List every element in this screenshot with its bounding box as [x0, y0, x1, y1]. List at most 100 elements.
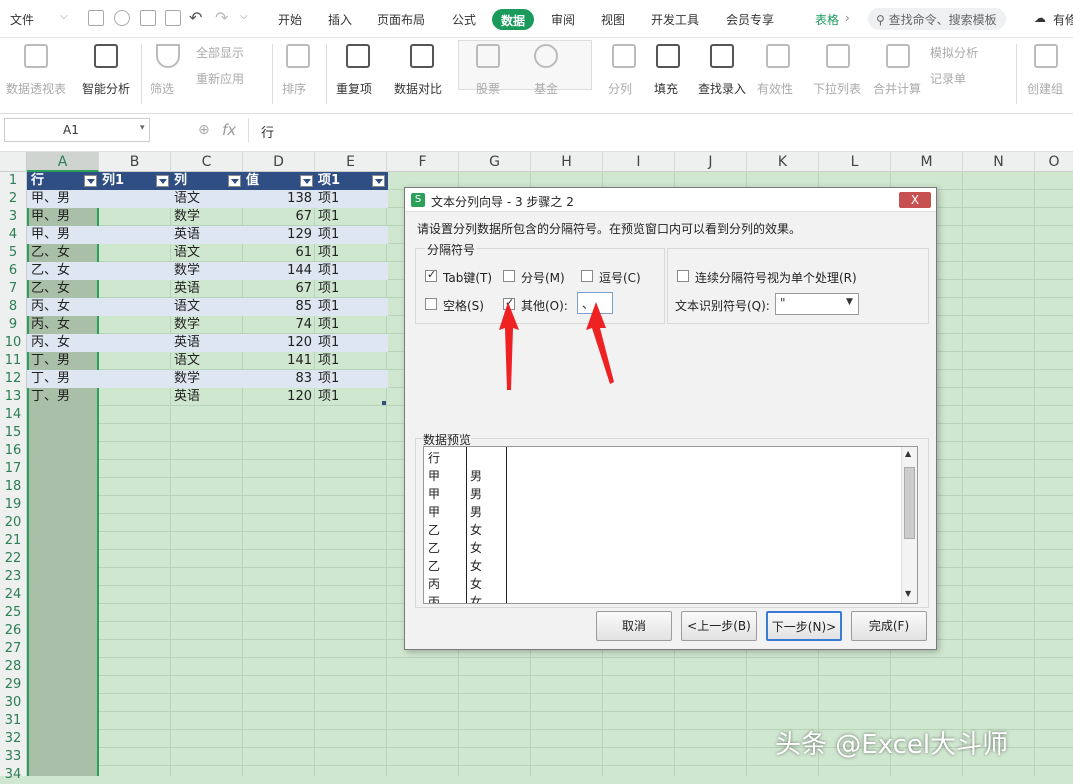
chevron-down-icon[interactable]: ⌵ [60, 11, 68, 22]
col-header-n[interactable]: N [963, 152, 1035, 172]
space-checkbox-label[interactable]: 空格(S) [443, 297, 484, 314]
table-cell[interactable]: 141 [246, 352, 312, 370]
qualifier-select[interactable]: " ▼ [775, 293, 859, 315]
scroll-down-icon[interactable]: ▼ [905, 589, 911, 598]
semicolon-checkbox-label[interactable]: 分号(M) [521, 269, 565, 286]
table-cell[interactable]: 数学 [174, 208, 200, 226]
table-cell[interactable]: 乙、女 [31, 262, 70, 280]
table-cell[interactable]: 数学 [174, 370, 200, 388]
tab-checkbox[interactable] [425, 268, 437, 282]
table-cell[interactable]: 数学 [174, 262, 200, 280]
table-cell[interactable]: 丙、女 [31, 316, 70, 334]
table-cell[interactable]: 数学 [174, 316, 200, 334]
scrollbar-thumb[interactable] [904, 467, 915, 539]
row-header[interactable]: 16 [0, 442, 26, 460]
data-preview[interactable]: 行甲男甲男甲男乙女乙女乙女丙女丙女 ▲ ▼ [423, 446, 918, 604]
tab-insert[interactable]: 插入 [328, 11, 352, 28]
row-header[interactable]: 1 [0, 172, 26, 190]
tab-page-layout[interactable]: 页面布局 [377, 11, 425, 28]
comma-checkbox[interactable] [581, 270, 593, 282]
row-header[interactable]: 34 [0, 766, 26, 784]
row-header[interactable]: 12 [0, 370, 26, 388]
row-header[interactable]: 8 [0, 298, 26, 316]
fill-button[interactable]: 填充 [654, 80, 678, 97]
row-header[interactable]: 21 [0, 532, 26, 550]
formula-input[interactable]: 行 [248, 118, 1073, 142]
row-header[interactable]: 26 [0, 622, 26, 640]
record-button[interactable]: 记录单 [930, 70, 966, 87]
row-header[interactable]: 30 [0, 694, 26, 712]
back-button[interactable]: <上一步(B) [681, 611, 757, 641]
row-header[interactable]: 31 [0, 712, 26, 730]
row-header[interactable]: 4 [0, 226, 26, 244]
tab-home[interactable]: 开始 [278, 11, 302, 28]
table-cell[interactable]: 120 [246, 334, 312, 352]
tab-table[interactable]: 表格 [815, 11, 839, 28]
dropdown-list-button[interactable]: 下拉列表 [813, 80, 861, 97]
table-row[interactable]: 丁、男 语文 141 项1 [27, 352, 388, 370]
table-cell[interactable]: 129 [246, 226, 312, 244]
tab-member[interactable]: 会员专享 [726, 11, 774, 28]
comma-checkbox-label[interactable]: 逗号(C) [599, 269, 641, 286]
row-header[interactable]: 10 [0, 334, 26, 352]
consolidate-button[interactable]: 合并计算 [873, 80, 921, 97]
table-cell[interactable]: 74 [246, 316, 312, 334]
table-resize-handle[interactable] [382, 401, 386, 405]
table-cell[interactable]: 项1 [318, 208, 339, 226]
lookup-button[interactable]: 查找录入 [698, 80, 746, 97]
col-header-f[interactable]: F [387, 152, 459, 172]
table-row[interactable]: 丁、男 英语 120 项1 [27, 388, 388, 406]
select-all-corner[interactable] [0, 152, 27, 172]
row-header[interactable]: 33 [0, 748, 26, 766]
table-cell[interactable]: 项1 [318, 298, 339, 316]
reapply-button[interactable]: 重新应用 [196, 70, 244, 87]
consecutive-checkbox-label[interactable]: 连续分隔符号视为单个处理(R) [695, 269, 857, 286]
table-cell[interactable]: 项1 [318, 388, 339, 406]
print-icon[interactable] [140, 10, 156, 26]
table-cell[interactable]: 英语 [174, 226, 200, 244]
table-row[interactable]: 丁、男 数学 83 项1 [27, 370, 388, 388]
close-button[interactable]: X [899, 192, 931, 208]
table-cell[interactable]: 丁、男 [31, 352, 70, 370]
table-cell[interactable]: 项1 [318, 190, 339, 208]
create-group-button[interactable]: 创建组 [1027, 80, 1063, 97]
table-cell[interactable]: 丁、男 [31, 370, 70, 388]
table-cell[interactable]: 丙、女 [31, 298, 70, 316]
row-header[interactable]: 14 [0, 406, 26, 424]
filter-button[interactable]: 筛选 [150, 80, 174, 97]
table-cell[interactable]: 英语 [174, 280, 200, 298]
col-header-c[interactable]: C [171, 152, 243, 172]
col-header-b[interactable]: B [99, 152, 171, 172]
chevron-right-icon[interactable]: › [845, 11, 850, 25]
row-header[interactable]: 23 [0, 568, 26, 586]
row-header[interactable]: 13 [0, 388, 26, 406]
table-cell[interactable]: 乙、女 [31, 280, 70, 298]
row-header[interactable]: 22 [0, 550, 26, 568]
compare-button[interactable]: 数据对比 [394, 80, 442, 97]
filter-dropdown-icon[interactable] [372, 175, 385, 187]
table-cell[interactable]: 语文 [174, 190, 200, 208]
tab-review[interactable]: 审阅 [551, 11, 575, 28]
menu-extra[interactable]: 有修 [1053, 11, 1073, 28]
col-header-d[interactable]: D [243, 152, 315, 172]
next-button[interactable]: 下一步(N)> [766, 611, 842, 641]
search-input[interactable]: ⚲ 查找命令、搜索模板 [868, 8, 1006, 30]
duplicates-button[interactable]: 重复项 [336, 80, 372, 97]
table-cell[interactable]: 项1 [318, 352, 339, 370]
cancel-button[interactable]: 取消 [596, 611, 672, 641]
row-header[interactable]: 29 [0, 676, 26, 694]
col-header-h[interactable]: H [531, 152, 603, 172]
validity-button[interactable]: 有效性 [757, 80, 793, 97]
fund-button[interactable]: 基金 [534, 80, 558, 97]
col-header-g[interactable]: G [459, 152, 531, 172]
row-header[interactable]: 5 [0, 244, 26, 262]
table-cell[interactable]: 项1 [318, 262, 339, 280]
name-box-dropdown-icon[interactable]: ▾ [140, 123, 145, 133]
filter-dropdown-icon[interactable] [84, 175, 97, 187]
col-header-m[interactable]: M [891, 152, 963, 172]
finish-button[interactable]: 完成(F) [851, 611, 927, 641]
table-cell[interactable]: 项1 [318, 334, 339, 352]
row-header[interactable]: 3 [0, 208, 26, 226]
tab-formulas[interactable]: 公式 [452, 11, 476, 28]
table-cell[interactable]: 83 [246, 370, 312, 388]
